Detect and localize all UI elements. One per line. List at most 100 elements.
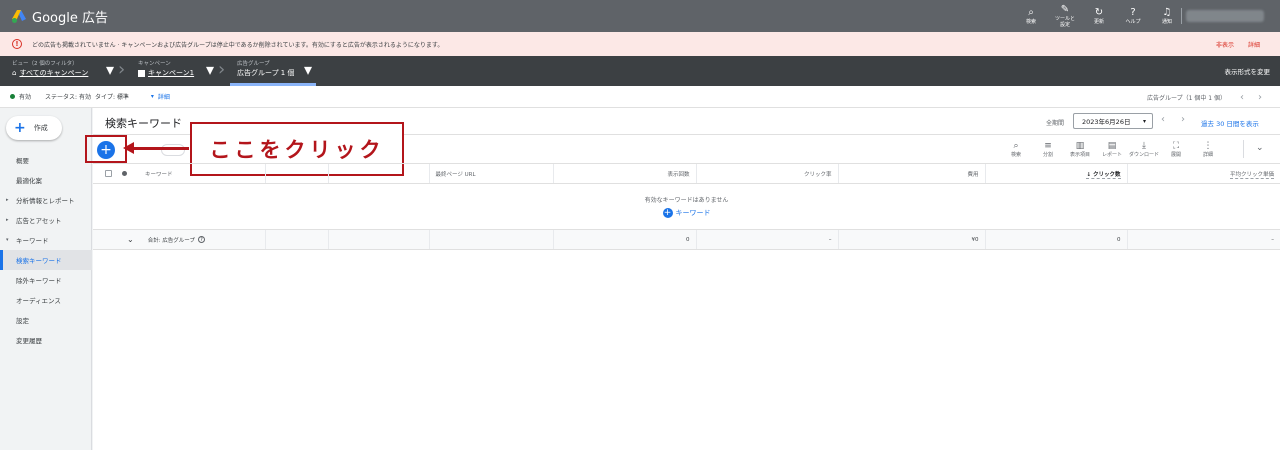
topbar-refresh-button[interactable]: ↻ 更新: [1086, 0, 1112, 32]
filter-details-link[interactable]: 詳細: [158, 92, 170, 101]
reports-icon: ▤: [1107, 141, 1117, 151]
empty-add-keyword-button[interactable]: + キーワード: [662, 208, 711, 218]
error-icon: !: [12, 39, 22, 49]
breadcrumb-campaign-caption: キャンペーン: [138, 61, 171, 67]
breadcrumb-adgroup[interactable]: 広告グループ 広告グループ 1 個: [237, 60, 294, 79]
sidebar-item-label: 変更履歴: [16, 337, 42, 345]
toolbar-columns-button[interactable]: ▥ 表示項目: [1064, 137, 1096, 163]
breadcrumb-campaign-label: キャンペーン1: [148, 69, 195, 77]
chevron-down-icon[interactable]: ⌄: [127, 235, 134, 244]
total-cost: ¥0: [837, 229, 985, 250]
breadcrumb-campaign[interactable]: キャンペーン キャンペーン1: [138, 60, 194, 79]
account-avatar[interactable]: [1186, 10, 1264, 22]
alert-details-button[interactable]: 詳細: [1248, 40, 1260, 49]
toolbar-segment-button[interactable]: ≡ 分割: [1032, 137, 1064, 163]
topbar-search-button[interactable]: ⌕ 検索: [1018, 0, 1044, 32]
topbar-notifications-label: 通知: [1161, 19, 1172, 25]
plus-icon: +: [14, 120, 26, 136]
chevron-down-icon[interactable]: ▾: [304, 60, 312, 79]
app-title: Google 広告: [32, 10, 108, 26]
breadcrumb-separator-icon: ›: [118, 59, 126, 80]
topbar-tools-button[interactable]: ✎ ツールと 設定: [1052, 0, 1078, 32]
columns-icon: ▥: [1075, 141, 1085, 151]
add-filter-chip[interactable]: [161, 144, 185, 156]
annotation-highlight-box: [85, 135, 127, 163]
total-clicks: 0: [984, 229, 1127, 250]
chevron-down-icon[interactable]: ▾: [106, 60, 114, 79]
toolbar-search-label: 検索: [1010, 152, 1021, 158]
breadcrumb-adgroup-caption: 広告グループ: [237, 61, 270, 67]
chevron-down-icon[interactable]: ▾: [151, 93, 154, 100]
sidebar-item-label: 広告とアセット: [16, 217, 62, 225]
total-blank-2: [327, 229, 429, 250]
chevron-down-icon: ▾: [1142, 117, 1146, 125]
breadcrumb-view[interactable]: ビュー（2 個のフィルタ） ⌂ すべてのキャンペーン: [12, 60, 88, 79]
help-icon[interactable]: ?: [197, 236, 205, 243]
notifications-icon: ♫: [1162, 7, 1172, 18]
toolbar-search-button[interactable]: ⌕ 検索: [1000, 137, 1032, 163]
header-clicks[interactable]: ↓ クリック数: [984, 163, 1127, 184]
breadcrumb-view-caption: ビュー（2 個のフィルタ）: [12, 61, 78, 67]
filter-bar: 有効 ステータス: 有効 タイプ: 標準 ▾ 詳細 広告グループ（1 個中 1 …: [0, 86, 1280, 108]
type-filter-chip[interactable]: タイプ: 標準: [95, 92, 129, 101]
toolbar-segment-label: 分割: [1042, 152, 1053, 158]
google-ads-logo[interactable]: Google 広告: [12, 7, 108, 26]
sidebar-item-2[interactable]: ▸ 分析情報とレポート: [0, 190, 92, 210]
total-avg-cpc: –: [1126, 229, 1280, 250]
create-button[interactable]: + 作成: [6, 116, 62, 140]
header-keyword[interactable]: キーワード: [93, 163, 265, 184]
sidebar-item-label: 検索キーワード: [16, 257, 62, 265]
sidebar-item-9[interactable]: 変更履歴: [0, 330, 92, 350]
header-impressions[interactable]: 表示回数: [552, 163, 696, 184]
header-ctr[interactable]: クリック率: [695, 163, 838, 184]
sidebar-item-0[interactable]: 概要: [0, 150, 92, 170]
table-header-row: キーワード 最終ページ URL 表示回数 クリック率 費用 ↓ クリック数 平均…: [93, 163, 1280, 184]
header-blank-2: [327, 163, 429, 184]
show-last-30-days-link[interactable]: 過去 30 日間を表示: [1201, 118, 1259, 128]
plus-icon: +: [662, 208, 673, 218]
expand-icon: ⛶: [1172, 141, 1180, 151]
toolbar-reports-label: レポート: [1101, 152, 1122, 158]
sidebar-item-label: オーディエンス: [16, 297, 61, 305]
sidebar-item-8[interactable]: 設定: [0, 310, 92, 330]
alert-banner: ! どの広告も掲載されていません · キャンペーンおよび広告グループは停止中であ…: [0, 32, 1280, 56]
status-label: 有効: [19, 94, 32, 101]
chevron-down-icon[interactable]: ▾: [206, 60, 214, 79]
next-icon[interactable]: ›: [1258, 92, 1262, 103]
change-view-button[interactable]: 表示形式を変更: [1225, 66, 1271, 76]
toolbar-download-button[interactable]: ⤓ ダウンロード: [1128, 137, 1160, 163]
previous-icon[interactable]: ‹: [1240, 92, 1244, 103]
topbar-notifications-button[interactable]: ♫ 通知: [1154, 0, 1180, 32]
date-range-picker[interactable]: 2023年6月26日 ▾: [1073, 113, 1153, 129]
status-dot-icon: [10, 94, 15, 99]
alert-dismiss-button[interactable]: 非表示: [1216, 40, 1234, 49]
toolbar-reports-button[interactable]: ▤ レポート: [1096, 137, 1128, 163]
header-clicks-label: ↓ クリック数: [1086, 171, 1121, 179]
status-filter-chip[interactable]: ステータス: 有効: [45, 92, 91, 101]
main-panel: 検索キーワード 全期間 2023年6月26日 ▾ ‹ › 過去 30 日間を表示…: [85, 108, 1280, 450]
expand-arrow-icon: ▸: [6, 197, 9, 203]
toolbar-more-button[interactable]: ⋮ 詳細: [1192, 137, 1224, 163]
sidebar-item-5[interactable]: 検索キーワード: [0, 250, 92, 270]
sidebar-item-7[interactable]: オーディエンス: [0, 290, 92, 310]
toolbar-more-label: 詳細: [1202, 152, 1213, 158]
annotation-arrow-head: [123, 142, 134, 154]
create-label: 作成: [33, 124, 48, 132]
sidebar-item-4[interactable]: ▾ キーワード: [0, 230, 92, 250]
header-avg-cpc[interactable]: 平均クリック単価: [1126, 163, 1280, 184]
empty-state-message: 有効なキーワードはありません: [644, 197, 729, 204]
select-all-checkbox[interactable]: [105, 170, 112, 177]
breadcrumb-adgroup-label: 広告グループ 1 個: [237, 69, 295, 77]
toolbar-expand-button[interactable]: ⛶ 展開: [1160, 137, 1192, 163]
breadcrumb-bar: ビュー（2 個のフィルタ） ⌂ すべてのキャンペーン ▾ › キャンペーン キャン…: [0, 56, 1280, 86]
topbar-help-button[interactable]: ? ヘルプ: [1120, 0, 1146, 32]
header-final-url[interactable]: 最終ページ URL: [428, 163, 553, 184]
chevron-down-icon[interactable]: ⌄: [1256, 143, 1264, 153]
top-app-bar: Google 広告 ⌕ 検索 ✎ ツールと 設定 ↻ 更新 ? ヘルプ ♫ 通知: [0, 0, 1280, 32]
sidebar-item-3[interactable]: ▸ 広告とアセット: [0, 210, 92, 230]
previous-period-icon[interactable]: ‹: [1161, 115, 1165, 125]
sidebar-item-1[interactable]: 最適化案: [0, 170, 92, 190]
sidebar-item-6[interactable]: 除外キーワード: [0, 270, 92, 290]
next-period-icon[interactable]: ›: [1181, 115, 1185, 125]
header-cost[interactable]: 費用: [837, 163, 985, 184]
